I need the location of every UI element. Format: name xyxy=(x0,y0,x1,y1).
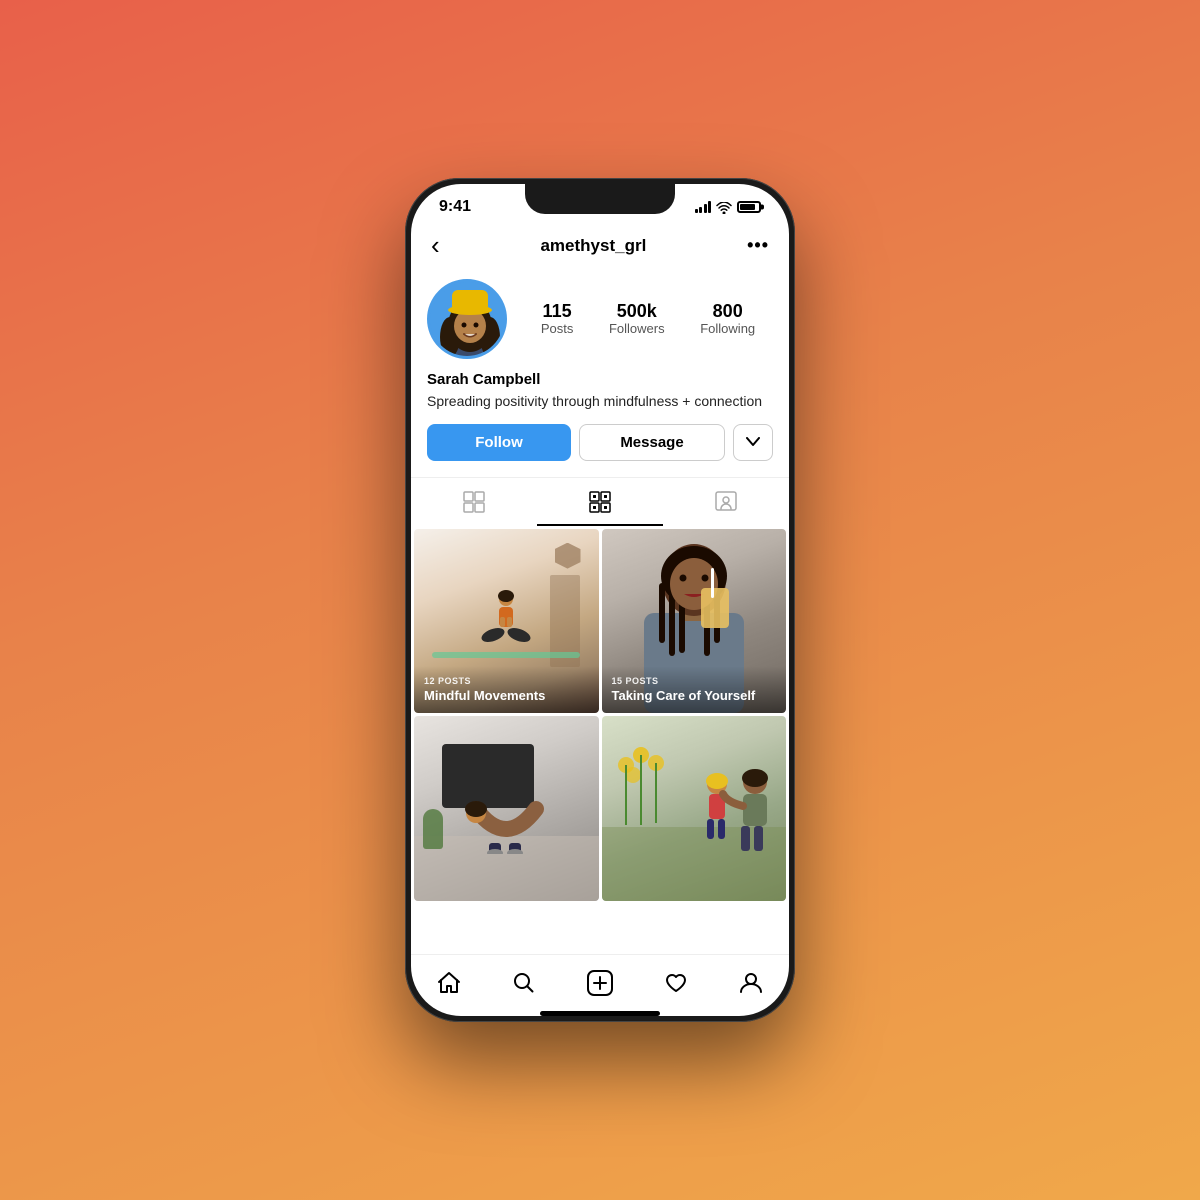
content-tabs xyxy=(411,477,789,526)
following-stat[interactable]: 800 Following xyxy=(700,302,755,337)
nav-search[interactable] xyxy=(495,966,553,1000)
followers-label: Followers xyxy=(609,321,665,336)
tab-tagged[interactable] xyxy=(663,478,789,526)
status-icons xyxy=(695,200,762,215)
notch xyxy=(525,184,675,214)
yoga-figure xyxy=(481,589,531,649)
profile-section: 115 Posts 500k Followers 800 Following S… xyxy=(411,271,789,477)
nav-heart[interactable] xyxy=(647,966,705,1000)
nav-home[interactable] xyxy=(420,966,478,1000)
posts-label: Posts xyxy=(541,321,574,336)
page-title: amethyst_grl xyxy=(540,236,646,256)
home-icon xyxy=(436,970,462,996)
post-card-taking-care[interactable]: 15 POSTS Taking Care of Yourself xyxy=(602,529,787,714)
back-button[interactable]: ‹ xyxy=(431,230,440,261)
posts-grid: 12 POSTS Mindful Movements xyxy=(411,526,789,904)
profile-top: 115 Posts 500k Followers 800 Following xyxy=(427,279,773,359)
reels-icon xyxy=(588,490,612,514)
post-card-stretch[interactable] xyxy=(414,716,599,901)
more-options-button[interactable]: ••• xyxy=(747,235,769,256)
garden-figures xyxy=(697,764,777,864)
stretch-figure xyxy=(461,799,551,854)
posts-count: 115 xyxy=(543,302,572,322)
following-label: Following xyxy=(700,321,755,336)
content-area: 12 POSTS Mindful Movements xyxy=(411,526,789,954)
phone-screen: 9:41 ‹ a xyxy=(411,184,789,1016)
profile-name: Sarah Campbell xyxy=(427,371,773,388)
card-1-title: Mindful Movements xyxy=(424,688,589,704)
nav-add[interactable] xyxy=(570,965,630,1001)
battery-icon xyxy=(737,201,761,213)
card-2-title: Taking Care of Yourself xyxy=(612,688,777,704)
search-icon xyxy=(511,970,537,996)
tagged-icon xyxy=(714,490,738,514)
card-overlay-2: 15 POSTS Taking Care of Yourself xyxy=(602,666,787,714)
status-time: 9:41 xyxy=(439,198,471,216)
signal-icon xyxy=(695,201,712,213)
card-2-posts: 15 POSTS xyxy=(612,676,777,686)
posts-stat[interactable]: 115 Posts xyxy=(541,302,574,337)
chevron-down-icon xyxy=(746,437,760,447)
wifi-icon xyxy=(716,200,732,215)
message-button[interactable]: Message xyxy=(579,424,725,461)
card-overlay-1: 12 POSTS Mindful Movements xyxy=(414,666,599,714)
dropdown-button[interactable] xyxy=(733,424,773,461)
nav-profile[interactable] xyxy=(722,966,780,1000)
grid-icon xyxy=(462,490,486,514)
add-icon xyxy=(586,969,614,997)
followers-count: 500k xyxy=(617,302,657,322)
profile-icon xyxy=(738,970,764,996)
tab-grid[interactable] xyxy=(411,478,537,526)
heart-icon xyxy=(663,970,689,996)
avatar-image xyxy=(430,282,507,359)
flowers xyxy=(611,735,681,835)
post-card-garden[interactable] xyxy=(602,716,787,901)
profile-stats: 115 Posts 500k Followers 800 Following xyxy=(523,302,773,337)
navigation-bar: ‹ amethyst_grl ••• xyxy=(411,222,789,271)
action-buttons: Follow Message xyxy=(427,424,773,461)
card-1-posts: 12 POSTS xyxy=(424,676,589,686)
avatar xyxy=(427,279,507,359)
post-card-mindful-movements[interactable]: 12 POSTS Mindful Movements xyxy=(414,529,599,714)
phone-frame: 9:41 ‹ a xyxy=(405,178,795,1022)
home-indicator xyxy=(540,1011,660,1016)
tab-reels[interactable] xyxy=(537,478,663,526)
following-count: 800 xyxy=(713,302,743,322)
followers-stat[interactable]: 500k Followers xyxy=(609,302,665,337)
follow-button[interactable]: Follow xyxy=(427,424,571,461)
profile-bio: Spreading positivity through mindfulness… xyxy=(427,392,773,412)
bottom-navigation xyxy=(411,954,789,1007)
